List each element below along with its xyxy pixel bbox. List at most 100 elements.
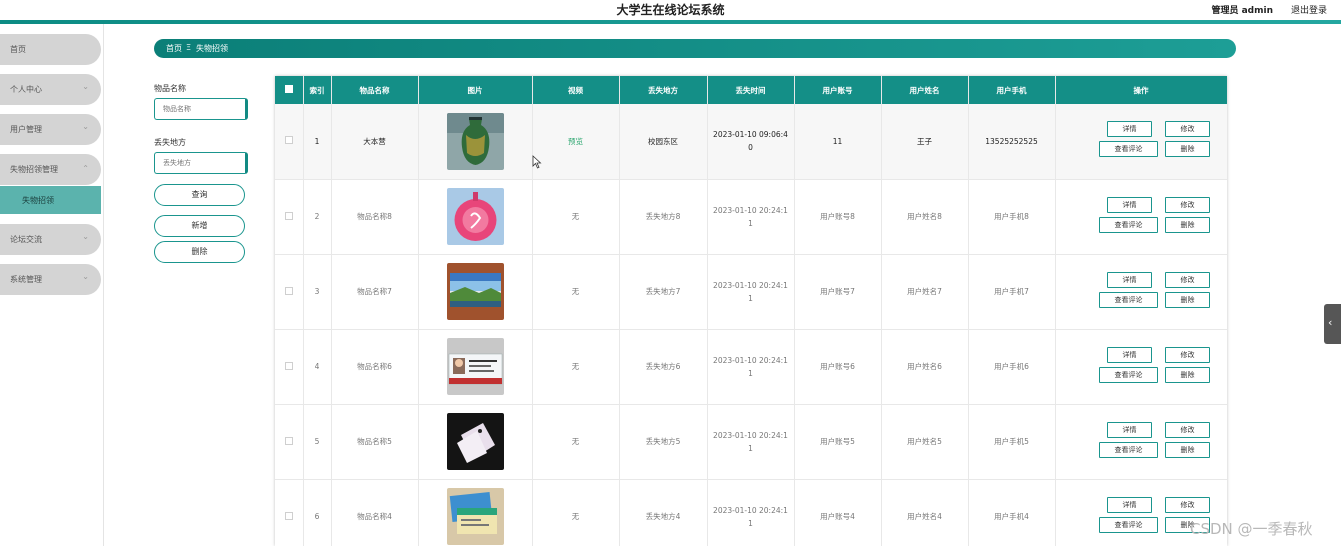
place-search-input[interactable]: [154, 152, 248, 174]
item-image: [418, 479, 533, 546]
account-cell: 用户账号7: [794, 254, 882, 330]
view-comments-button[interactable]: 查看评论: [1099, 291, 1158, 308]
delete-button[interactable]: 删除: [1165, 366, 1210, 383]
phone-cell: 用户手机8: [968, 179, 1056, 255]
admin-label: 管理员 admin: [1211, 6, 1273, 16]
query-button[interactable]: 查询: [154, 184, 245, 206]
edit-button[interactable]: 修改: [1165, 196, 1210, 213]
edit-button[interactable]: 修改: [1165, 346, 1210, 363]
phone-cell: 13525252525: [968, 104, 1056, 180]
video-cell: 无: [532, 254, 620, 330]
row-checkbox[interactable]: [275, 329, 304, 405]
batch-delete-button[interactable]: 删除: [154, 241, 245, 263]
video-cell: 无: [532, 179, 620, 255]
col-header: 物品名称: [331, 76, 419, 104]
sidebar-item-system[interactable]: 系统管理 ⌄: [0, 264, 101, 295]
sidebar-item-home[interactable]: 首页: [0, 34, 101, 65]
sidebar-item-profile[interactable]: 个人中心 ⌄: [0, 74, 101, 105]
view-comments-button[interactable]: 查看评论: [1099, 216, 1158, 233]
index-cell: 4: [303, 329, 332, 405]
sidebar: 首页 个人中心 ⌄ 用户管理 ⌄ 失物招领管理 ⌃ 失物招领 论坛交流 ⌄ 系统…: [0, 24, 104, 546]
table-header-row: 索引 物品名称 图片 视频 丢失地方 丢失时间 用户账号 用户姓名 用户手机 操…: [275, 76, 1227, 104]
mouse-cursor-icon: [532, 155, 542, 169]
row-checkbox[interactable]: [275, 254, 304, 330]
lost-time-cell: 2023-01-10 20:24:11: [707, 329, 795, 405]
actions-cell: 详情 修改 查看评论 删除: [1055, 179, 1227, 255]
detail-button[interactable]: 详情: [1107, 196, 1152, 213]
index-cell: 2: [303, 179, 332, 255]
top-header: 大学生在线论坛系统 管理员 admin 退出登录: [0, 0, 1341, 20]
col-header: 丢失时间: [707, 76, 795, 104]
video-value: 无: [571, 287, 580, 296]
delete-button[interactable]: 删除: [1165, 291, 1210, 308]
row-checkbox[interactable]: [275, 479, 304, 546]
sidebar-item-users[interactable]: 用户管理 ⌄: [0, 114, 101, 145]
watermark: CSDN @一季春秋: [1190, 520, 1313, 538]
edit-button[interactable]: 修改: [1165, 496, 1210, 513]
sidebar-item-label: 论坛交流: [10, 235, 42, 244]
item-name-cell: 物品名称8: [331, 179, 419, 255]
lost-time-value: 2023-01-10 09:06:40: [713, 130, 788, 153]
edit-button[interactable]: 修改: [1165, 271, 1210, 288]
sidebar-subitem-lost-found[interactable]: 失物招领: [0, 186, 101, 214]
username-cell: 王子: [881, 104, 969, 180]
username-cell: 用户姓名7: [881, 254, 969, 330]
lost-place-cell: 丢失地方8: [619, 179, 708, 255]
chevron-down-icon: ⌄: [82, 82, 89, 91]
detail-button[interactable]: 详情: [1107, 121, 1152, 138]
view-comments-button[interactable]: 查看评论: [1099, 141, 1158, 158]
detail-button[interactable]: 详情: [1107, 346, 1152, 363]
row-checkbox[interactable]: [275, 179, 304, 255]
view-comments-button[interactable]: 查看评论: [1099, 516, 1158, 533]
chevron-down-icon: ⌄: [82, 232, 89, 241]
sidebar-item-forum[interactable]: 论坛交流 ⌄: [0, 224, 101, 255]
index-cell: 5: [303, 404, 332, 480]
username-cell: 用户姓名6: [881, 329, 969, 405]
col-header: 索引: [303, 76, 332, 104]
delete-button[interactable]: 删除: [1165, 216, 1210, 233]
lost-time-value: 2023-01-10 20:24:11: [713, 430, 788, 453]
logout-link[interactable]: 退出登录: [1291, 3, 1327, 16]
lost-time-cell: 2023-01-10 20:24:11: [707, 179, 795, 255]
lost-place-cell: 丢失地方6: [619, 329, 708, 405]
phone-cell: 用户手机6: [968, 329, 1056, 405]
detail-button[interactable]: 详情: [1107, 496, 1152, 513]
row-checkbox[interactable]: [275, 404, 304, 480]
account-cell: 用户账号6: [794, 329, 882, 405]
breadcrumb-home[interactable]: 首页: [166, 43, 182, 54]
delete-button[interactable]: 删除: [1165, 141, 1210, 158]
edit-button[interactable]: 修改: [1165, 421, 1210, 438]
lost-time-cell: 2023-01-10 20:24:11: [707, 254, 795, 330]
col-header: 丢失地方: [619, 76, 708, 104]
item-name-cell: 物品名称5: [331, 404, 419, 480]
item-image: [418, 179, 533, 255]
col-header: 用户账号: [794, 76, 882, 104]
view-comments-button[interactable]: 查看评论: [1099, 441, 1158, 458]
chevron-up-icon: ⌃: [82, 164, 89, 173]
item-name-cell: 物品名称4: [331, 479, 419, 546]
breadcrumb-separator: Ξ: [186, 43, 192, 52]
delete-button[interactable]: 删除: [1165, 441, 1210, 458]
detail-button[interactable]: 详情: [1107, 271, 1152, 288]
item-image: [418, 329, 533, 405]
col-header: 用户姓名: [881, 76, 969, 104]
sidebar-item-lost-found[interactable]: 失物招领管理 ⌃: [0, 154, 101, 185]
lost-place-cell: 丢失地方7: [619, 254, 708, 330]
name-search-input[interactable]: [154, 98, 248, 120]
add-button[interactable]: 新增: [154, 215, 245, 237]
username-cell: 用户姓名4: [881, 479, 969, 546]
detail-button[interactable]: 详情: [1107, 421, 1152, 438]
lost-time-value: 2023-01-10 20:24:11: [713, 280, 788, 303]
edit-button[interactable]: 修改: [1165, 121, 1210, 138]
app-title: 大学生在线论坛系统: [616, 3, 725, 17]
select-all-checkbox[interactable]: [275, 76, 304, 104]
video-cell[interactable]: 预览: [532, 104, 620, 180]
lost-found-table: 索引 物品名称 图片 视频 丢失地方 丢失时间 用户账号 用户姓名 用户手机 操…: [275, 76, 1227, 546]
lost-time-cell: 2023-01-10 20:24:11: [707, 479, 795, 546]
sidebar-item-label: 个人中心: [10, 85, 42, 94]
side-collapse-tab[interactable]: ‹: [1324, 304, 1341, 344]
header-divider: [0, 20, 1341, 24]
row-checkbox[interactable]: [275, 104, 304, 180]
view-comments-button[interactable]: 查看评论: [1099, 366, 1158, 383]
item-image: [418, 104, 533, 180]
